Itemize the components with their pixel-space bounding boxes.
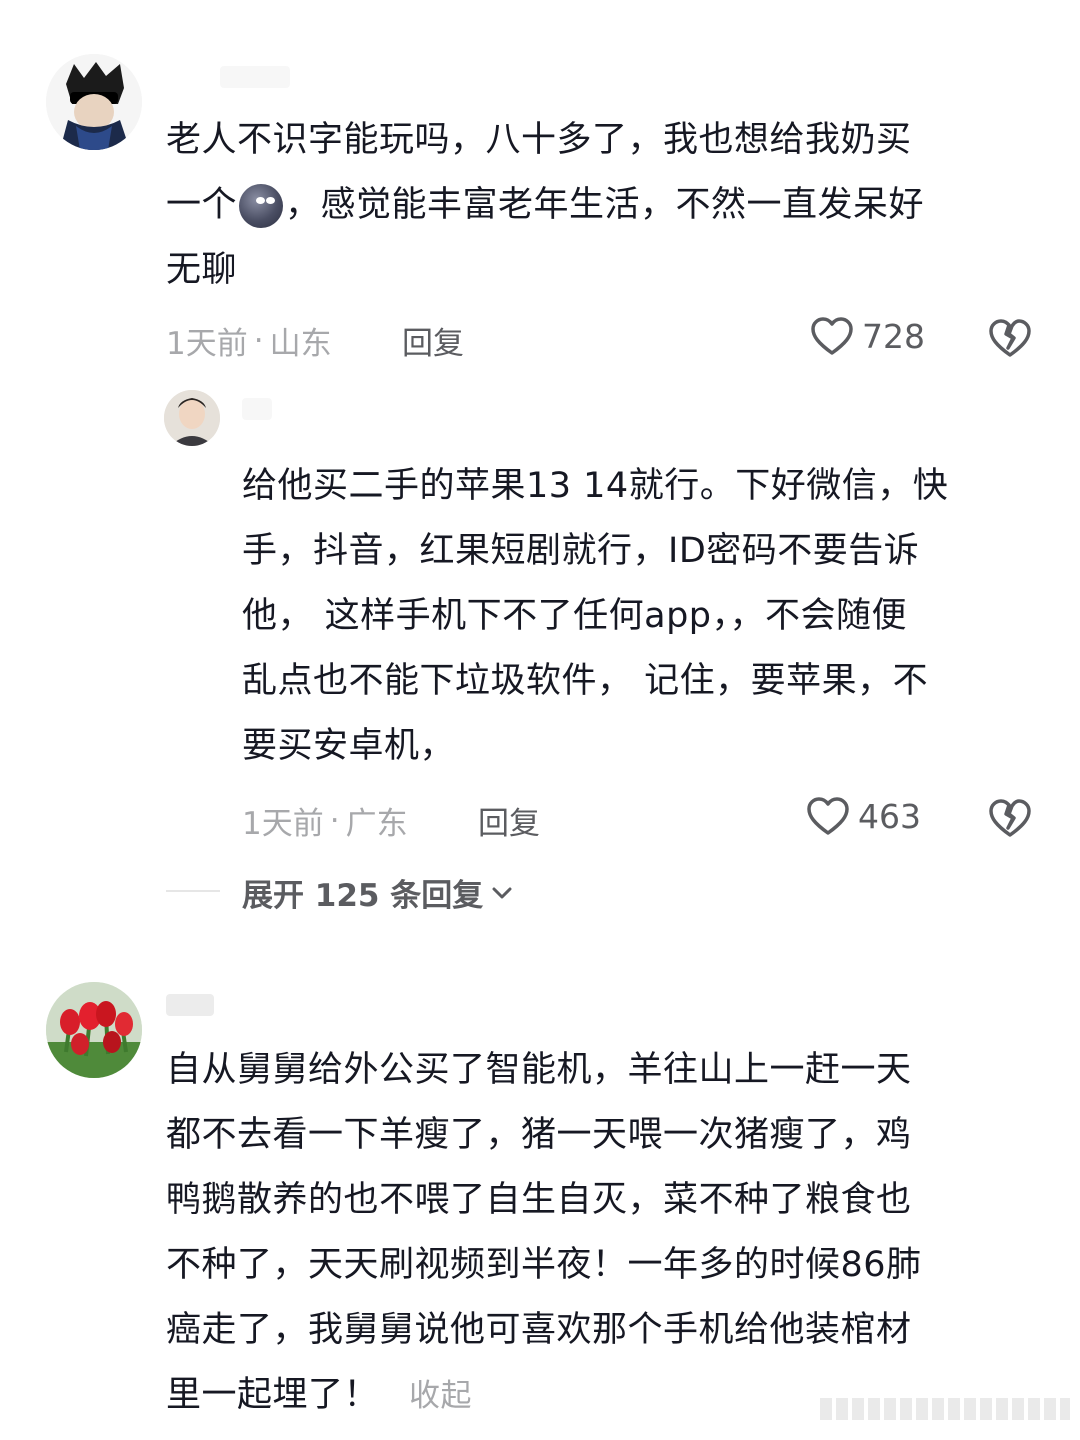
chevron-down-icon [492, 887, 512, 898]
heart-outline-icon [807, 797, 849, 835]
dislike-button[interactable] [988, 798, 1032, 842]
username-blurred[interactable] [166, 994, 214, 1016]
heart-outline-icon [811, 317, 853, 355]
avatar[interactable] [46, 982, 142, 1078]
avatar[interactable] [164, 390, 220, 446]
username-blurred[interactable] [220, 66, 290, 88]
reply-button[interactable]: 回复 [402, 318, 464, 363]
dislike-button[interactable] [988, 318, 1032, 362]
moon-face-icon [239, 184, 284, 228]
divider [166, 890, 220, 892]
reply-button[interactable]: 回复 [478, 798, 540, 843]
username-blurred[interactable] [242, 398, 272, 420]
expand-replies-button[interactable]: 展开 125 条回复 [242, 870, 515, 915]
comment-text: 自从舅舅给外公买了智能机，羊往山上一赶一天 都不去看一下羊瘦了，猪一天喂一次猪瘦… [166, 1050, 922, 1415]
watermark [820, 1398, 1070, 1420]
reply-meta: 1天前 · 广东 [242, 802, 408, 843]
like-button[interactable]: 463 [806, 796, 921, 836]
collapse-button[interactable]: 收起 [409, 1378, 472, 1414]
like-count: 463 [858, 796, 921, 836]
comment-meta: 1天前 · 山东 [166, 322, 332, 363]
reply-text: 给他买二手的苹果13 14就行。下好微信，快 手，抖音，红果短剧就行，ID密码不… [242, 466, 949, 766]
avatar[interactable] [46, 54, 142, 150]
like-button[interactable]: 728 [810, 316, 925, 356]
comment-text: 老人不识字能玩吗，八十多了，我也想给我奶买 一个 ，感觉能丰富老年生活，不然一直发… [166, 120, 925, 290]
like-count: 728 [862, 316, 925, 356]
broken-heart-icon [989, 799, 1031, 837]
broken-heart-icon [989, 319, 1031, 357]
